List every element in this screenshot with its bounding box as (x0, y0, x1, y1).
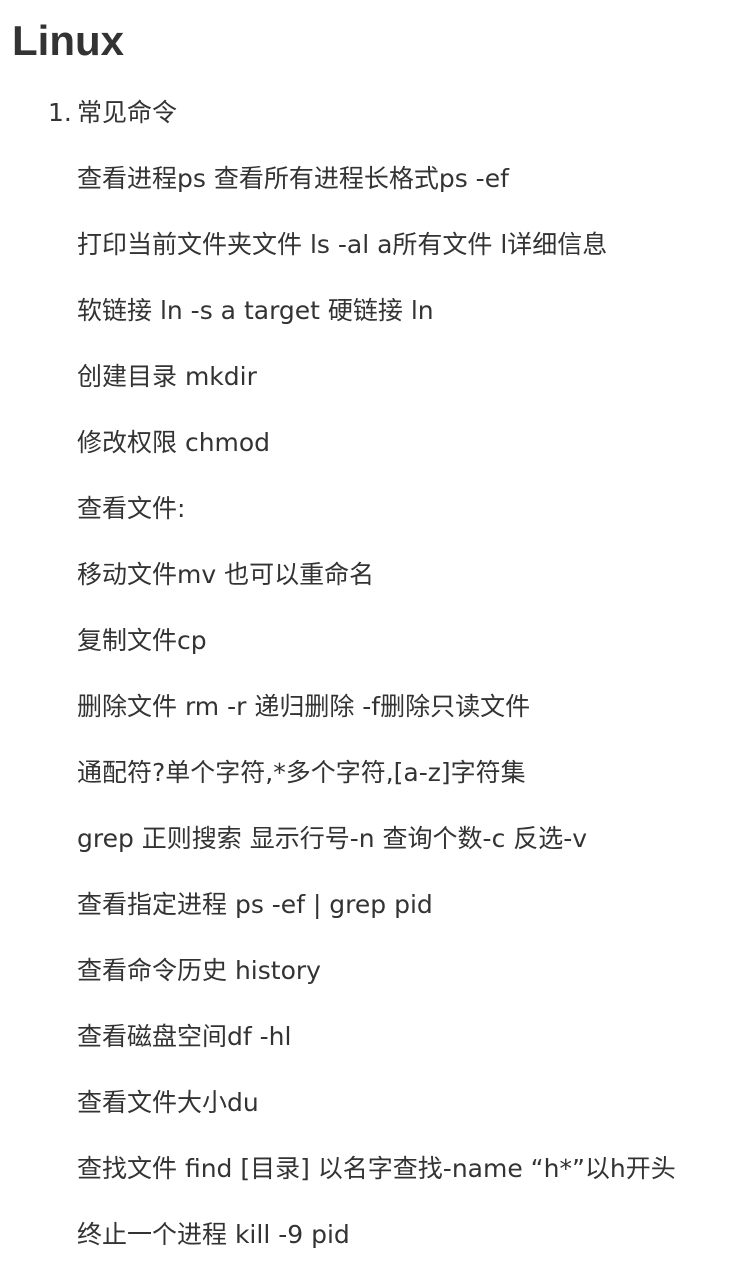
command-note-line: 终止一个进程 kill -9 pid (77, 1220, 350, 1249)
command-note-line: 移动文件mv 也可以重命名 (77, 560, 375, 589)
command-note-line: 查看命令历史 history (77, 956, 321, 985)
list-number: 1. (48, 98, 72, 127)
command-note-line: 查看进程ps 查看所有进程长格式ps -ef (77, 164, 509, 193)
document-page: Linux 1. 常见命令 查看进程ps 查看所有进程长格式ps -ef 打印当… (0, 0, 744, 1275)
command-note-line: 查看文件: (77, 494, 186, 523)
command-note-line: 创建目录 mkdir (77, 362, 257, 391)
command-note-line: 查看指定进程 ps -ef | grep pid (77, 890, 433, 919)
command-note-line: 查看磁盘空间df -hl (77, 1022, 292, 1051)
command-note-line: 删除文件 rm -r 递归删除 -f删除只读文件 (77, 692, 531, 721)
command-note-line: 打印当前文件夹文件 ls -al a所有文件 l详细信息 (77, 230, 608, 259)
command-note-line: 通配符?单个字符,*多个字符,[a-z]字符集 (77, 758, 526, 787)
command-note-line: 修改权限 chmod (77, 428, 271, 457)
command-notes-list: 查看进程ps 查看所有进程长格式ps -ef 打印当前文件夹文件 ls -al … (77, 162, 727, 1284)
page-title: Linux (12, 17, 124, 64)
command-note-line: 查找文件 find [目录] 以名字查找-name “h*”以h开头 (77, 1154, 676, 1183)
command-note-line: 查看文件大小du (77, 1088, 259, 1117)
command-note-line: grep 正则搜索 显示行号-n 查询个数-c 反选-v (77, 824, 588, 853)
section-heading: 常见命令 (77, 98, 178, 127)
command-note-line: 软链接 ln -s a target 硬链接 ln (77, 296, 434, 325)
command-note-line: 复制文件cp (77, 626, 207, 655)
